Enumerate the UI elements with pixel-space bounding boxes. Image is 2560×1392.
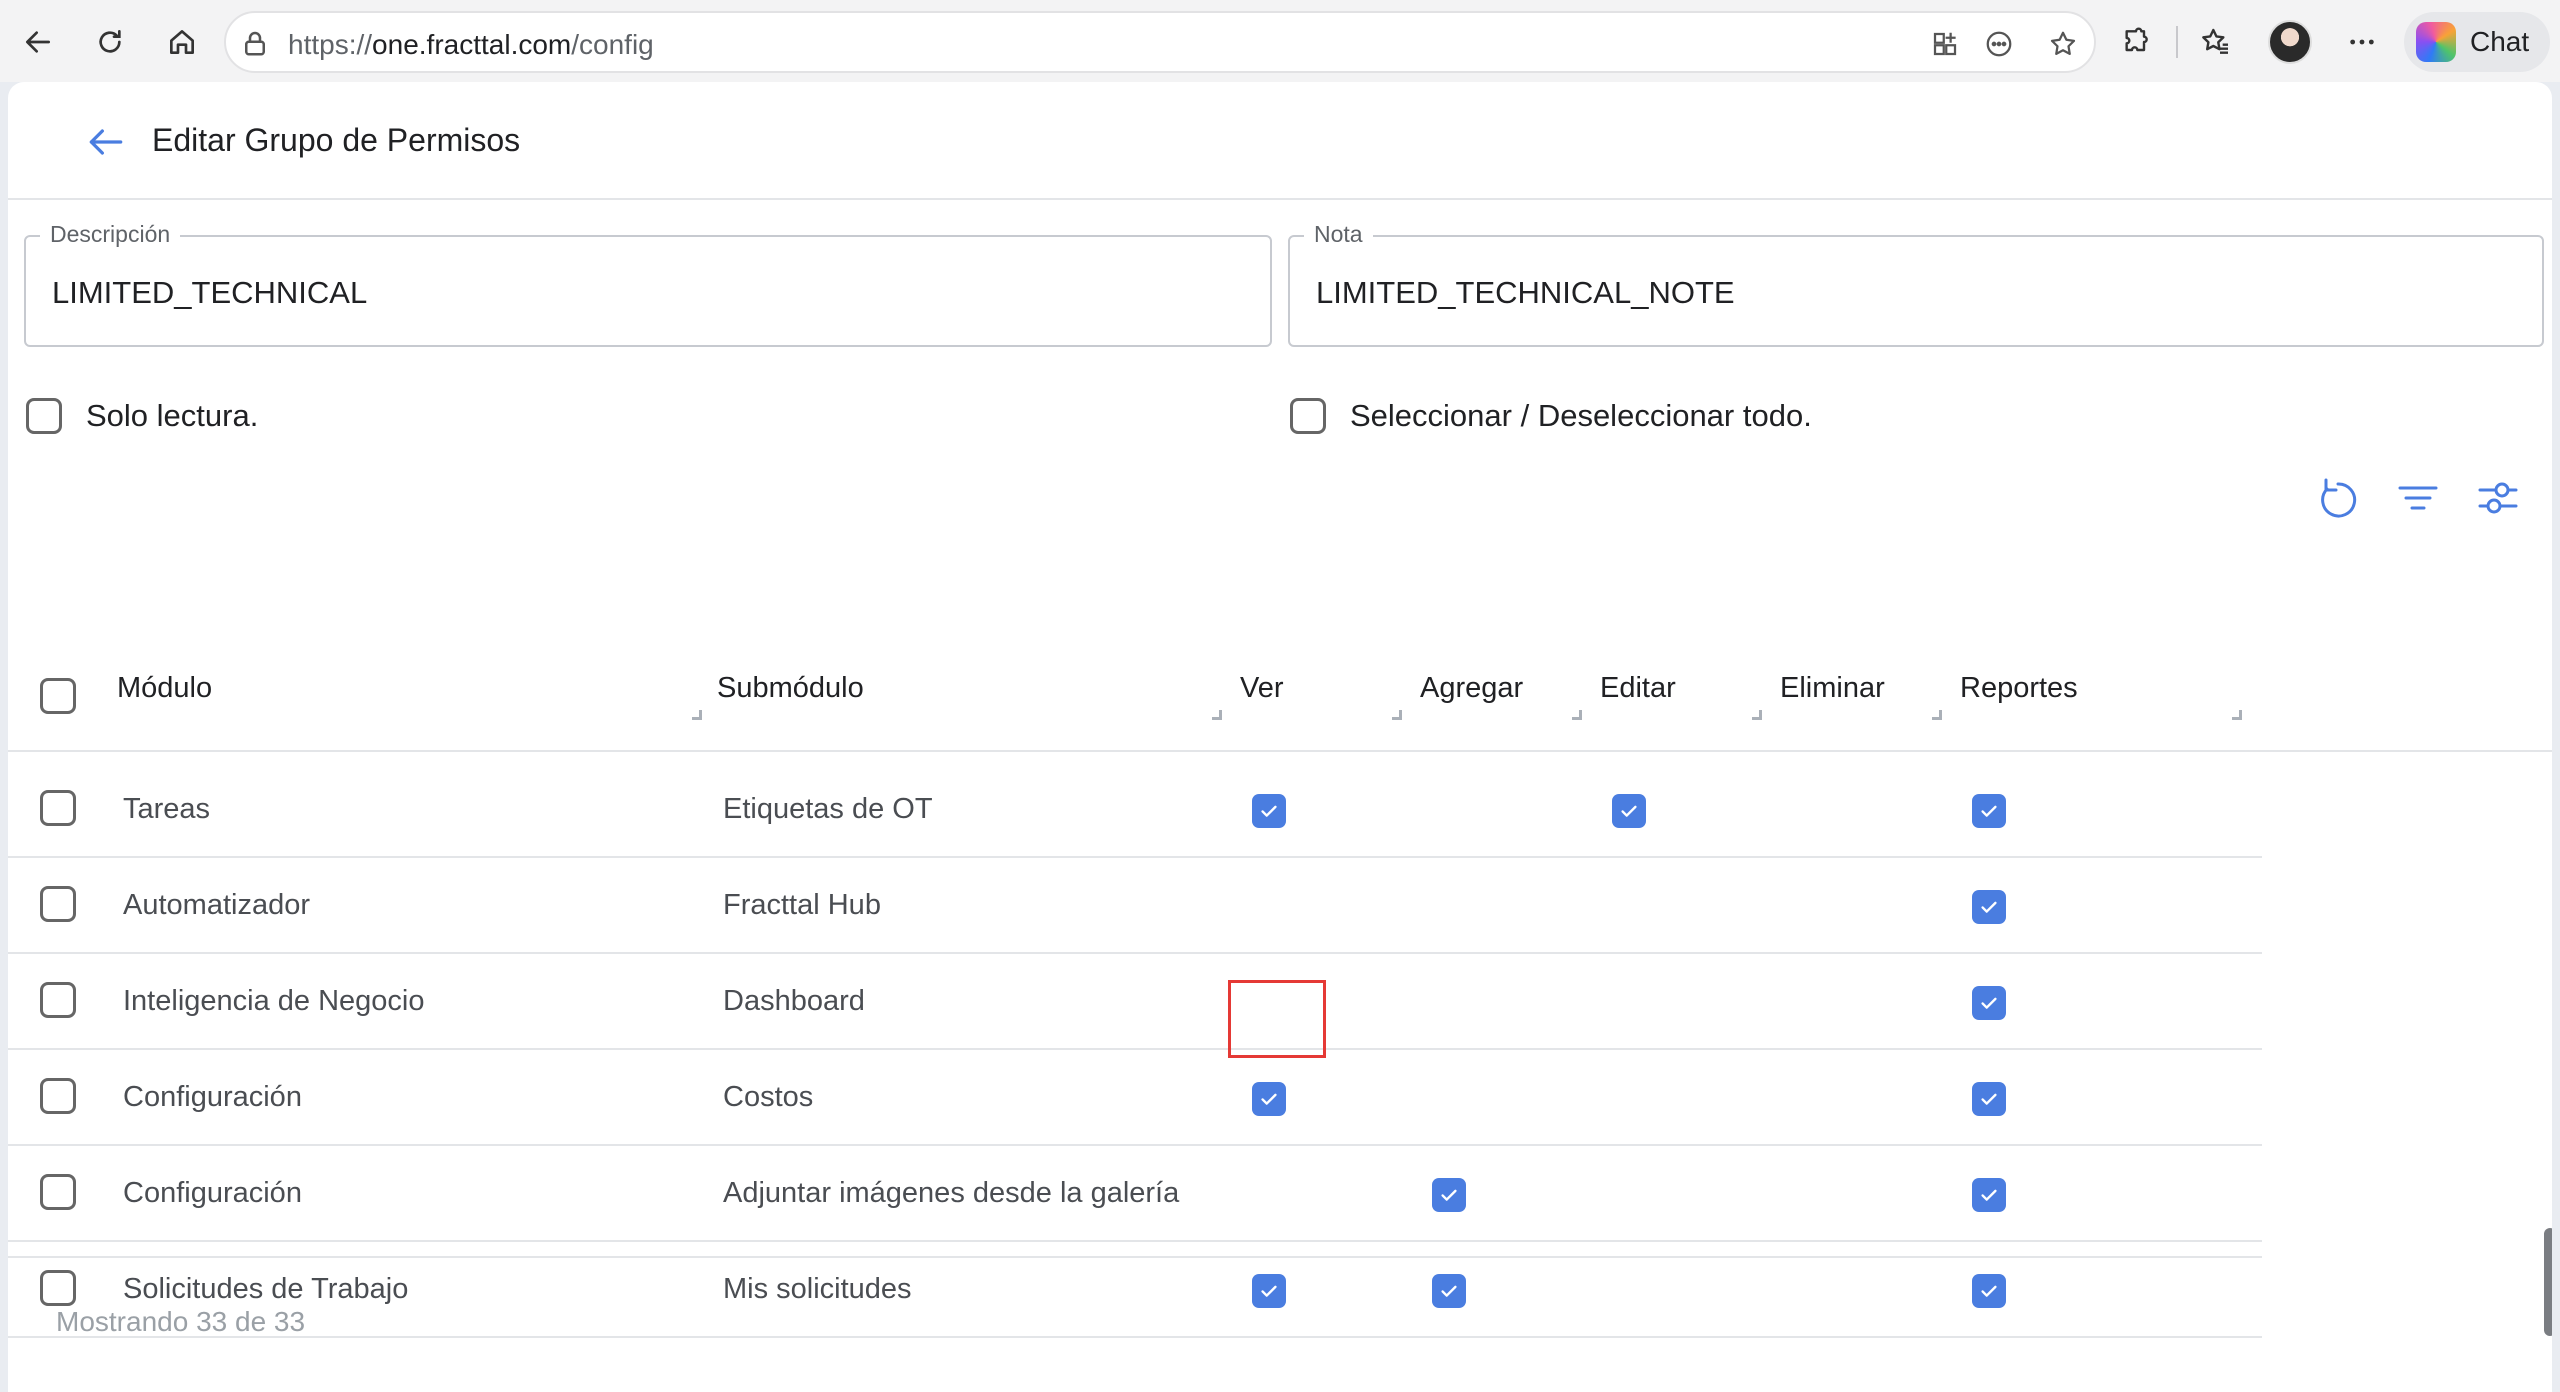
page-title: Editar Grupo de Permisos: [152, 122, 521, 158]
column-editar[interactable]: Editar: [1600, 672, 1676, 705]
profile-avatar[interactable]: [2268, 20, 2312, 64]
descripcion-field[interactable]: Descripción LIMITED_TECHNICAL: [24, 221, 1272, 347]
checkbox-reportes-checked[interactable]: [1972, 1274, 2006, 1308]
checkbox-reportes-checked[interactable]: [1972, 1082, 2006, 1116]
chat-label: Chat: [2470, 26, 2530, 57]
table-row[interactable]: Configuración Costos: [8, 1050, 2262, 1146]
checkbox-agregar-checked[interactable]: [1432, 1274, 1466, 1308]
row-select-checkbox[interactable]: [40, 1174, 76, 1210]
row-select-checkbox[interactable]: [40, 982, 76, 1018]
address-bar[interactable]: https://one.fracttal.com/config: [224, 11, 2096, 73]
cell-modulo: Tareas: [123, 793, 211, 825]
header-select-checkbox[interactable]: [40, 678, 76, 714]
favorite-star-icon[interactable]: [2046, 27, 2080, 61]
vertical-scrollbar[interactable]: [2544, 1228, 2552, 1336]
annotation-highlight-box: [1228, 980, 1326, 1058]
lock-icon: [245, 31, 265, 56]
column-ver[interactable]: Ver: [1240, 672, 1284, 705]
cell-modulo: Configuración: [123, 1081, 302, 1113]
solo-lectura-label: Solo lectura.: [86, 398, 259, 433]
favorites-icon[interactable]: [2196, 22, 2236, 62]
toolbar-divider: [2176, 26, 2178, 58]
checkbox-agregar-checked[interactable]: [1432, 1178, 1466, 1212]
row-select-checkbox[interactable]: [40, 790, 76, 826]
column-reportes[interactable]: Reportes: [1960, 672, 2078, 705]
row-select-checkbox[interactable]: [40, 886, 76, 922]
cell-modulo: Solicitudes de Trabajo: [123, 1273, 409, 1305]
cell-modulo: Automatizador: [123, 889, 310, 921]
table-row[interactable]: Inteligencia de Negocio Dashboard: [8, 954, 2262, 1050]
url-text: https://one.fracttal.com/config: [288, 29, 654, 60]
table-status: Mostrando 33 de 33: [56, 1306, 306, 1337]
nota-field[interactable]: Nota LIMITED_TECHNICAL_NOTE: [1288, 221, 2544, 347]
cell-submodulo: Etiquetas de OT: [723, 793, 933, 825]
column-eliminar[interactable]: Eliminar: [1780, 672, 1885, 705]
column-resize-handle[interactable]: [1932, 710, 1942, 720]
copilot-chat-button[interactable]: Chat: [2404, 12, 2550, 72]
refresh-icon[interactable]: [2314, 474, 2362, 522]
row-select-checkbox[interactable]: [40, 1270, 76, 1306]
more-menu-icon[interactable]: [2342, 22, 2382, 62]
extensions-icon[interactable]: [2116, 22, 2156, 62]
descripcion-label: Descripción: [40, 221, 181, 248]
table-row[interactable]: Tareas Etiquetas de OT: [8, 762, 2262, 858]
select-all-label: Seleccionar / Deseleccionar todo.: [1350, 398, 1812, 433]
column-resize-handle[interactable]: [1212, 710, 1222, 720]
checkbox-ver-checked[interactable]: [1252, 1274, 1286, 1308]
table-bottom-border: [8, 1256, 2262, 1258]
column-agregar[interactable]: Agregar: [1420, 672, 1523, 705]
checkbox-ver-checked[interactable]: [1252, 794, 1286, 828]
copilot-icon: [2416, 22, 2456, 62]
cell-modulo: Inteligencia de Negocio: [123, 985, 425, 1017]
apps-icon[interactable]: [1928, 27, 1962, 61]
page-header: Editar Grupo de Permisos: [8, 82, 2552, 200]
table-row[interactable]: Automatizador Fracttal Hub: [8, 858, 2262, 954]
checkbox-reportes-checked[interactable]: [1972, 986, 2006, 1020]
checkbox-ver-checked[interactable]: [1252, 1082, 1286, 1116]
column-modulo[interactable]: Módulo: [117, 672, 212, 705]
column-resize-handle[interactable]: [1752, 710, 1762, 720]
cell-submodulo: Fracttal Hub: [723, 889, 881, 921]
column-resize-handle[interactable]: [1392, 710, 1402, 720]
nota-value[interactable]: LIMITED_TECHNICAL_NOTE: [1316, 275, 1735, 311]
row-select-checkbox[interactable]: [40, 1078, 76, 1114]
cell-submodulo: Adjuntar imágenes desde la galería: [723, 1177, 1180, 1209]
column-submodulo[interactable]: Submódulo: [717, 672, 864, 705]
solo-lectura-checkbox[interactable]: [26, 398, 62, 434]
descripcion-value[interactable]: LIMITED_TECHNICAL: [52, 275, 367, 311]
checkbox-reportes-checked[interactable]: [1972, 890, 2006, 924]
cell-submodulo: Dashboard: [723, 985, 865, 1017]
cell-submodulo: Mis solicitudes: [723, 1273, 912, 1305]
cell-submodulo: Costos: [723, 1081, 814, 1113]
home-icon[interactable]: [158, 18, 206, 66]
column-resize-handle[interactable]: [1572, 710, 1582, 720]
cell-modulo: Configuración: [123, 1177, 302, 1209]
checkbox-editar-checked[interactable]: [1612, 794, 1646, 828]
checkbox-reportes-checked[interactable]: [1972, 794, 2006, 828]
page-content: Editar Grupo de Permisos Descripción LIM…: [8, 82, 2552, 1392]
nota-label: Nota: [1304, 221, 1373, 248]
more-options-circle-icon[interactable]: [1982, 27, 2016, 61]
filter-icon[interactable]: [2394, 474, 2442, 522]
table-header: Módulo Submódulo Ver Agregar Editar Elim…: [8, 642, 2552, 752]
back-icon[interactable]: [14, 18, 62, 66]
back-arrow-icon[interactable]: [84, 120, 128, 164]
refresh-icon[interactable]: [86, 18, 134, 66]
select-all-checkbox[interactable]: [1290, 398, 1326, 434]
table-row[interactable]: Configuración Adjuntar imágenes desde la …: [8, 1146, 2262, 1242]
column-resize-handle[interactable]: [692, 710, 702, 720]
column-settings-icon[interactable]: [2474, 474, 2522, 522]
checkbox-reportes-checked[interactable]: [1972, 1178, 2006, 1212]
browser-toolbar: https://one.fracttal.com/config Chat: [0, 0, 2560, 82]
column-resize-handle[interactable]: [2232, 710, 2242, 720]
